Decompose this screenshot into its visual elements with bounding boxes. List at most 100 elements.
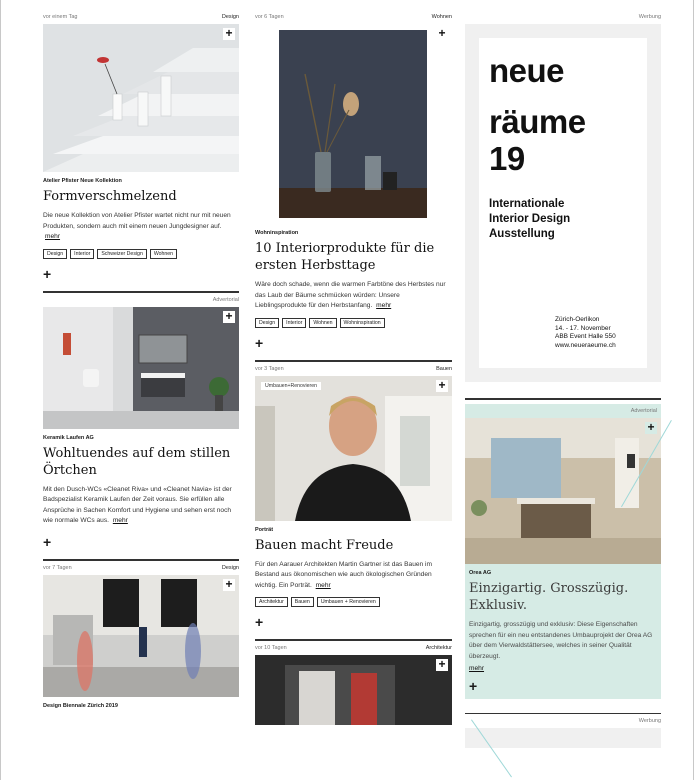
ad-event-info: Zürich-Oerlikon 14. - 17. November ABB E… [555, 316, 616, 350]
article-kicker: Keramik Laufen AG [43, 434, 94, 441]
tag[interactable]: Umbauen + Renovieren [316, 597, 380, 607]
tag[interactable]: Interior [282, 317, 307, 328]
advertorial-label: Advertorial [630, 408, 657, 414]
article-image-kitchen[interactable]: + [465, 418, 661, 564]
teaser-text: Für den Aarauer Architekten Martin Gartn… [255, 560, 433, 589]
article-category[interactable]: Design [222, 561, 239, 575]
article-image-architecture[interactable]: + [255, 655, 452, 725]
bookmark-plus-icon[interactable]: + [469, 679, 657, 693]
tag-list: Design Interior Wohnen Wohninspiration [255, 317, 452, 328]
expand-plus-icon[interactable]: + [223, 310, 235, 323]
ad-headline-line2: räume [489, 103, 586, 140]
article-image-biennale[interactable]: + [43, 574, 239, 697]
tag[interactable]: Bauen [290, 597, 314, 607]
article-category[interactable]: Design [222, 10, 239, 24]
article-category[interactable]: Bauen [436, 362, 452, 376]
article-kicker: Atelier Pfister Neue Kollektion [43, 178, 122, 184]
column-middle: vor 6 Tagen Wohnen + Wohninspiration 10 … [255, 10, 452, 725]
teaser-text: Wäre doch schade, wenn die warmen Farbtö… [255, 281, 446, 309]
tag[interactable]: Wohninspiration [339, 317, 385, 328]
expand-plus-icon[interactable]: + [645, 421, 657, 434]
bookmark-plus-icon[interactable]: + [43, 267, 239, 281]
column-right: Werbung neue räume 19 Internationale Int… [465, 10, 661, 748]
article-title[interactable]: Formverschmelzend [43, 188, 239, 205]
article-time: vor 3 Tagen [255, 365, 284, 372]
article-time: vor 7 Tagen [43, 564, 72, 571]
tag[interactable]: Design [43, 248, 68, 259]
article-category[interactable]: Wohnen [432, 10, 452, 24]
advertisement-label: Werbung [638, 14, 661, 20]
ad-subline: Internationale Interior Design Ausstellu… [489, 197, 637, 242]
ad-meta: Werbung [465, 714, 661, 728]
tag[interactable]: Wohnen [309, 317, 337, 328]
advertorial-card[interactable]: Advertorial + Orea AG Einzigartig. Gross… [465, 404, 661, 699]
article-image-portrait[interactable]: Umbauen+Renovieren + [255, 375, 452, 521]
ad-subline-3: Ausstellung [489, 228, 555, 240]
kitchen-illustration [465, 418, 661, 564]
teaser-text: Einzigartig, grosszügig und exklusiv: Di… [469, 621, 653, 660]
more-link[interactable]: mehr [45, 233, 60, 240]
ad-url[interactable]: www.neueraeume.ch [555, 342, 616, 351]
article-meta: vor 10 Tagen Architektur [255, 641, 452, 655]
ad-dates: 14. - 17. November [555, 324, 611, 332]
article-image-bathroom[interactable]: + [43, 306, 239, 429]
bookmark-plus-icon[interactable]: + [255, 615, 452, 629]
teaser-text: Mit den Dusch-WCs «Cleanet Riva» und «Cl… [43, 485, 232, 525]
article-meta: vor 3 Tagen Bauen [255, 362, 452, 376]
article-title[interactable]: 10 Interiorprodukte für die ersten Herbs… [255, 240, 452, 274]
interior-vase-illustration [255, 24, 452, 224]
article-image-stairs[interactable]: + [43, 24, 239, 172]
article-meta: vor einem Tag Design [43, 10, 239, 24]
article-kicker: Wohninspiration [255, 230, 299, 236]
expand-plus-icon[interactable]: + [436, 27, 448, 40]
article-kicker: Design Biennale Zürich 2019 [43, 702, 118, 709]
article-title[interactable]: Wohltuendes auf dem stillen Örtchen [43, 445, 239, 479]
article-title[interactable]: Einzigartig. Grosszügig. Exklusiv. [469, 580, 657, 614]
advertisement-banner[interactable]: neue räume 19 Internationale Interior De… [465, 24, 661, 382]
column-left: vor einem Tag Design + Atelier Pfister N… [43, 10, 239, 711]
more-link[interactable]: mehr [113, 517, 128, 524]
tag[interactable]: Wohnen [149, 248, 178, 259]
article-teaser: Einzigartig, grosszügig und exklusiv: Di… [469, 620, 657, 662]
more-link[interactable]: mehr [376, 302, 391, 309]
biennale-illustration [43, 574, 239, 697]
expand-plus-icon[interactable]: + [223, 27, 235, 40]
tag[interactable]: Architektur [255, 597, 288, 607]
ad-subline-1: Internationale [489, 198, 565, 210]
article-time: vor 10 Tagen [255, 645, 287, 651]
bathroom-illustration [43, 306, 239, 429]
article-meta: Advertorial [43, 293, 239, 307]
expand-plus-icon[interactable]: + [436, 379, 448, 392]
advertisement-banner-2[interactable] [465, 727, 661, 748]
tag[interactable]: Schweizer Design [97, 248, 147, 259]
article-meta: vor 6 Tagen Wohnen [255, 10, 452, 24]
ad-card: neue räume 19 Internationale Interior De… [479, 38, 647, 368]
ad-meta: Advertorial [465, 404, 661, 418]
article-category[interactable]: Architektur [426, 641, 452, 655]
tag[interactable]: Design [255, 317, 280, 328]
article-image-interior[interactable]: + [255, 24, 452, 224]
more-link[interactable]: mehr [316, 582, 331, 589]
ad-location: Zürich-Oerlikon [555, 316, 600, 323]
advertorial-body: Orea AG Einzigartig. Grosszügig. Exklusi… [465, 568, 661, 699]
bookmark-plus-icon[interactable]: + [255, 336, 452, 350]
ad-meta: Werbung [465, 10, 661, 24]
expand-plus-icon[interactable]: + [223, 578, 235, 591]
bookmark-plus-icon[interactable]: + [43, 535, 239, 549]
article-title[interactable]: Bauen macht Freude [255, 537, 452, 554]
more-link-wrap: mehr [469, 664, 657, 675]
article-teaser: Die neue Kollektion von Atelier Pfister … [43, 211, 239, 243]
tag[interactable]: Interior [70, 248, 95, 259]
architecture-illustration [255, 655, 452, 725]
divider [465, 398, 661, 400]
expand-plus-icon[interactable]: + [436, 658, 448, 671]
ad-venue: ABB Event Halle 550 [555, 333, 616, 340]
article-kicker: Orea AG [469, 570, 492, 576]
more-link[interactable]: mehr [469, 665, 484, 672]
teaser-text: Die neue Kollektion von Atelier Pfister … [43, 212, 231, 230]
article-teaser: Mit den Dusch-WCs «Cleanet Riva» und «Cl… [43, 485, 239, 527]
category-overlay-tag[interactable]: Umbauen+Renovieren [261, 381, 322, 390]
portrait-illustration [255, 375, 452, 521]
article-teaser: Für den Aarauer Architekten Martin Gartn… [255, 560, 452, 592]
ad-headline-line3: 19 [489, 140, 525, 177]
